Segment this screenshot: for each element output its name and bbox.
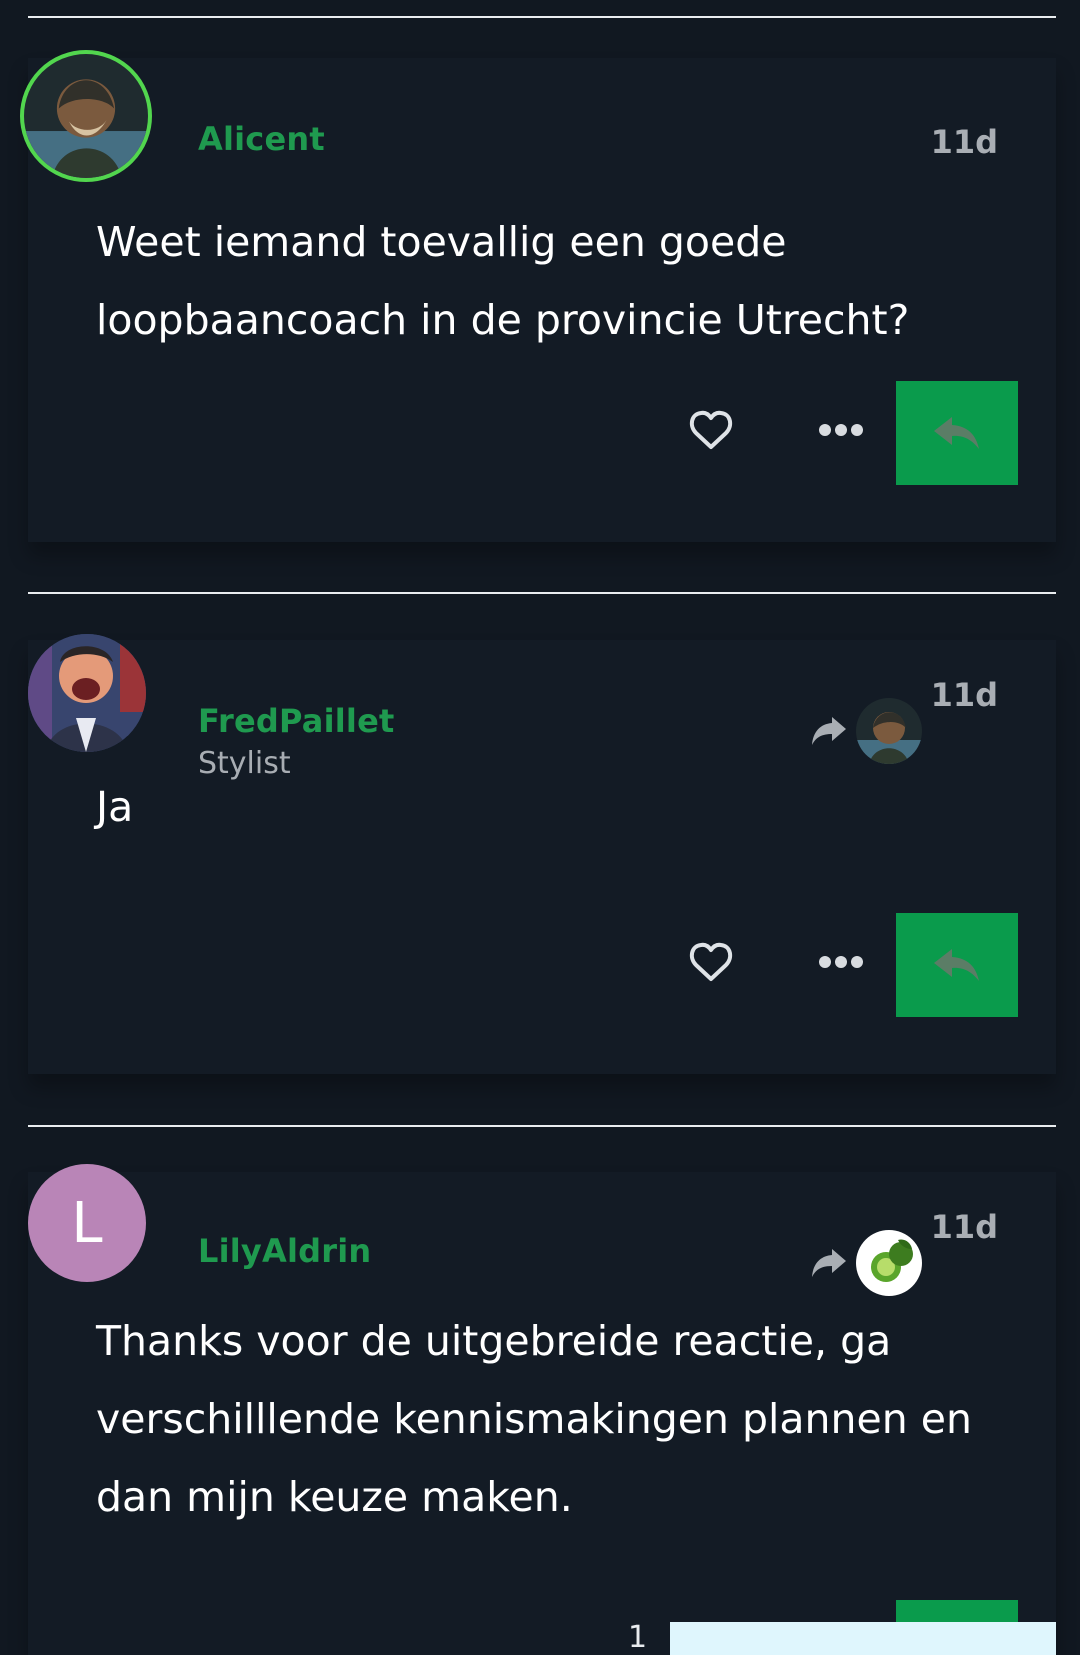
share-arrow-icon	[812, 717, 846, 745]
post-divider	[28, 592, 1056, 594]
reply-arrow-icon	[934, 949, 979, 981]
avatar-letter: L	[71, 1190, 103, 1256]
post-card: FredPaillet Stylist 11d Ja	[28, 634, 1056, 1074]
post-body: Ja	[96, 783, 134, 831]
post-body: Thanks voor de uitgebreide reactie, ga v…	[96, 1317, 972, 1521]
reply-button[interactable]	[896, 913, 1018, 1017]
user-avatar-lilyaldrin[interactable]: L	[28, 1164, 146, 1282]
more-actions-button[interactable]	[806, 395, 876, 465]
more-actions-button[interactable]	[806, 927, 876, 997]
post-username[interactable]: LilyAldrin	[198, 1232, 371, 1270]
topic-stream: Alicent 11d Weet iemand toevallig een go…	[0, 0, 1080, 1655]
post-body: Weet iemand toevallig een goede loopbaan…	[96, 218, 910, 344]
ellipsis-icon	[819, 956, 863, 968]
post-username[interactable]: Alicent	[198, 120, 325, 158]
reply-button[interactable]	[896, 381, 1018, 485]
post-divider	[28, 16, 1056, 18]
post-date[interactable]: 11d	[908, 1208, 998, 1246]
heart-outline-icon	[689, 942, 733, 981]
portrait-painting-avatar	[24, 54, 148, 178]
user-avatar-fredpaillet[interactable]	[28, 634, 146, 752]
post-card: L LilyAldrin 11d Thanks voor de uitgebre…	[28, 1164, 1056, 1655]
like-button[interactable]	[676, 927, 746, 997]
reply-to-indicator[interactable]	[808, 698, 922, 764]
post-divider	[28, 1125, 1056, 1127]
bottom-panel	[670, 1622, 1056, 1655]
laughing-man-avatar	[28, 634, 146, 752]
like-button[interactable]	[676, 395, 746, 465]
post-username[interactable]: FredPaillet	[198, 702, 395, 740]
post-card: Alicent 11d Weet iemand toevallig een go…	[20, 50, 1056, 542]
ellipsis-icon	[819, 424, 863, 436]
user-avatar-alicent[interactable]	[20, 50, 152, 182]
pagination-number: 1	[628, 1620, 648, 1655]
post-date[interactable]: 11d	[908, 123, 998, 161]
reply-arrow-icon	[934, 417, 979, 449]
reply-to-indicator[interactable]	[808, 1230, 922, 1296]
post-date[interactable]: 11d	[908, 676, 998, 714]
heart-outline-icon	[689, 410, 733, 449]
share-arrow-icon	[812, 1249, 846, 1277]
